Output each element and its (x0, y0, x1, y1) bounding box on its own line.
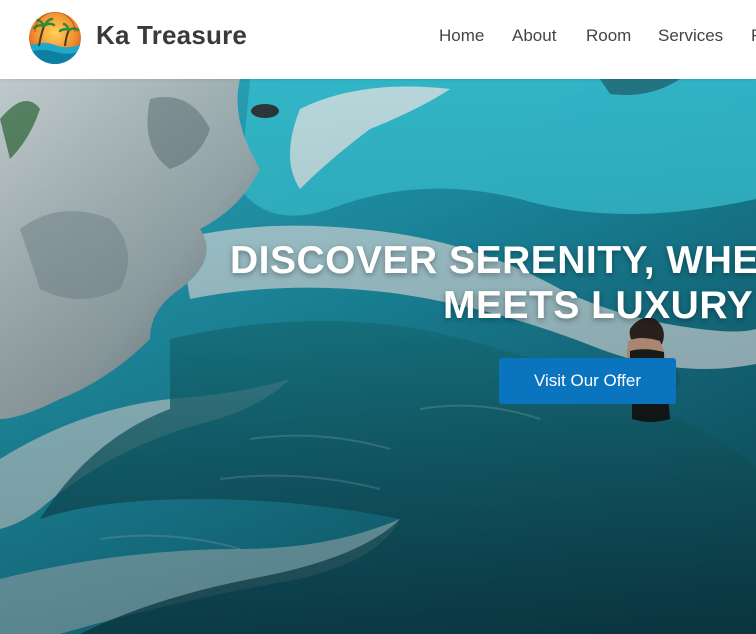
nav-item-services[interactable]: Services (658, 26, 723, 46)
nav-item-home[interactable]: Home (439, 26, 484, 46)
hero-background-image (0, 79, 756, 634)
hero-headline: DISCOVER SERENITY, WHER MEETS LUXURY (0, 239, 756, 339)
nav-item-about[interactable]: About (512, 26, 556, 46)
hero-headline-line1: DISCOVER SERENITY, WHER (230, 239, 756, 282)
hero-headline-line2: MEETS LUXURY (443, 284, 754, 327)
site-header: Ka Treasure Home About Room Services F (0, 0, 756, 79)
logo-icon (29, 12, 81, 64)
nav-item-room[interactable]: Room (586, 26, 631, 46)
logo[interactable] (29, 12, 81, 64)
brand-name[interactable]: Ka Treasure (96, 20, 247, 51)
hero-section: DISCOVER SERENITY, WHER MEETS LUXURY Vis… (0, 79, 756, 634)
visit-offer-button[interactable]: Visit Our Offer (499, 358, 676, 404)
nav-item-partial[interactable]: F (751, 26, 756, 46)
